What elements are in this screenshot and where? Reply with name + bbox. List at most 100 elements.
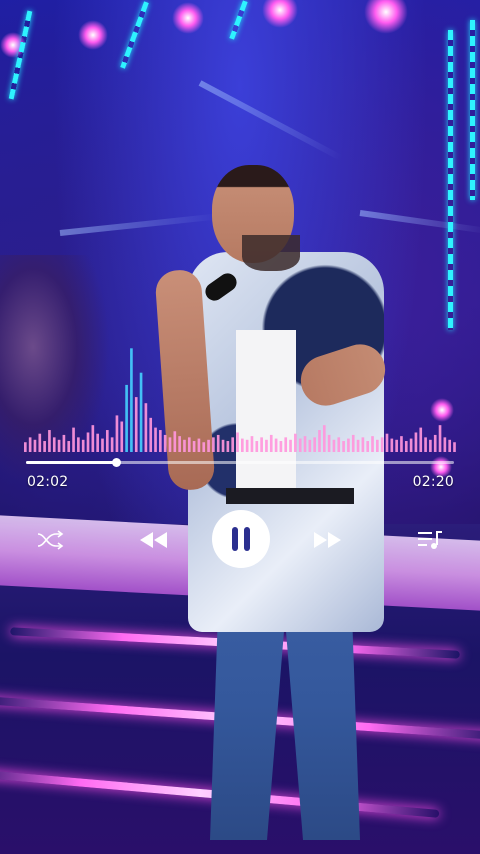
visualizer-bar — [327, 434, 331, 452]
visualizer-bar — [212, 437, 215, 452]
playlist-icon — [418, 531, 442, 549]
playlist-button[interactable] — [413, 525, 447, 555]
visualizer-bar — [33, 439, 37, 452]
visualizer-bar — [197, 438, 201, 452]
fast-forward-icon — [314, 532, 341, 548]
visualizer-bar — [279, 441, 283, 452]
seek-bar[interactable] — [26, 458, 454, 467]
visualizer-bar — [120, 421, 124, 452]
visualizer-bar — [284, 437, 288, 452]
shuffle-icon — [37, 530, 64, 550]
visualizer-bar — [361, 437, 365, 452]
visualizer-bar — [404, 441, 408, 452]
visualizer-bar — [260, 437, 263, 452]
visualizer-bar — [419, 427, 423, 452]
visualizer-bar — [429, 439, 432, 452]
visualizer-bar — [221, 439, 225, 452]
visualizer-bar — [202, 442, 206, 452]
visualizer-bar — [52, 437, 56, 452]
visualizer-bar — [400, 436, 403, 452]
visualizer-bar — [125, 384, 128, 452]
visualizer-bar — [351, 434, 355, 452]
visualizer-bar — [139, 372, 143, 452]
visualizer-bar — [342, 441, 345, 452]
visualizer-bar — [77, 437, 80, 452]
visualizer-bar — [356, 439, 360, 452]
visualizer-bar — [48, 430, 51, 452]
visualizer-bar — [433, 434, 437, 452]
audio-visualizer — [24, 348, 456, 452]
visualizer-bar — [265, 439, 268, 452]
visualizer-bar — [159, 430, 162, 452]
visualizer-bar — [241, 438, 244, 452]
visualizer-bar — [298, 438, 302, 452]
visualizer-bar — [308, 439, 312, 452]
visualizer-bar — [67, 441, 71, 452]
visualizer-bar — [96, 433, 99, 452]
player-overlay: 02:02 02:20 — [0, 0, 480, 854]
total-time: 02:20 — [412, 474, 454, 490]
rewind-button[interactable] — [137, 525, 171, 555]
visualizer-bar — [318, 430, 321, 452]
visualizer-bar — [91, 425, 95, 452]
visualizer-bar — [183, 439, 186, 452]
visualizer-bar — [395, 439, 398, 452]
visualizer-bar — [154, 427, 157, 452]
visualizer-bar — [173, 431, 177, 452]
visualizer-bar — [105, 430, 109, 452]
visualizer-bar — [255, 441, 259, 452]
visualizer-bar — [149, 417, 153, 452]
visualizer-bar — [322, 425, 326, 452]
visualizer-bar — [236, 432, 239, 452]
visualizer-bar — [86, 432, 90, 452]
visualizer-bar — [163, 434, 167, 452]
visualizer-bar — [371, 436, 374, 452]
visualizer-bar — [438, 425, 442, 452]
pause-icon — [232, 527, 250, 551]
visualizer-bar — [347, 438, 350, 452]
visualizer-bar — [303, 436, 307, 452]
visualizer-bar — [134, 397, 138, 452]
rewind-icon — [140, 532, 167, 548]
visualizer-bar — [57, 439, 61, 452]
visualizer-bar — [274, 438, 278, 452]
seek-bar-fill — [26, 461, 116, 464]
visualizer-bar — [24, 442, 27, 452]
visualizer-bar — [130, 348, 133, 452]
visualizer-bar — [101, 438, 104, 452]
elapsed-time: 02:02 — [27, 474, 69, 490]
visualizer-bar — [28, 437, 32, 452]
visualizer-bar — [366, 441, 370, 452]
visualizer-bar — [385, 433, 389, 452]
pause-button[interactable] — [212, 510, 270, 568]
visualizer-bar — [178, 436, 181, 452]
visualizer-bar — [43, 441, 46, 452]
visualizer-bar — [207, 439, 210, 452]
fast-forward-button[interactable] — [310, 525, 344, 555]
visualizer-bar — [245, 439, 249, 452]
shuffle-button[interactable] — [32, 525, 68, 555]
visualizer-bar — [390, 438, 394, 452]
visualizer-bar — [115, 415, 119, 452]
visualizer-bar — [289, 439, 292, 452]
visualizer-bar — [226, 441, 230, 452]
visualizer-bar — [424, 437, 427, 452]
seek-bar-thumb[interactable] — [111, 458, 121, 467]
visualizer-bar — [453, 442, 456, 452]
visualizer-bar — [332, 439, 336, 452]
visualizer-bar — [187, 437, 191, 452]
visualizer-bar — [62, 434, 66, 452]
visualizer-bar — [294, 433, 297, 452]
visualizer-bar — [409, 438, 413, 452]
visualizer-bar — [376, 439, 379, 452]
visualizer-bar — [448, 439, 452, 452]
visualizer-bar — [443, 437, 447, 452]
visualizer-bar — [380, 437, 384, 452]
visualizer-bar — [313, 437, 316, 452]
visualizer-bar — [81, 439, 85, 452]
visualizer-bar — [337, 437, 341, 452]
visualizer-bar — [250, 436, 254, 452]
visualizer-bar — [168, 437, 172, 452]
visualizer-bar — [72, 427, 75, 452]
visualizer-bar — [414, 432, 418, 452]
